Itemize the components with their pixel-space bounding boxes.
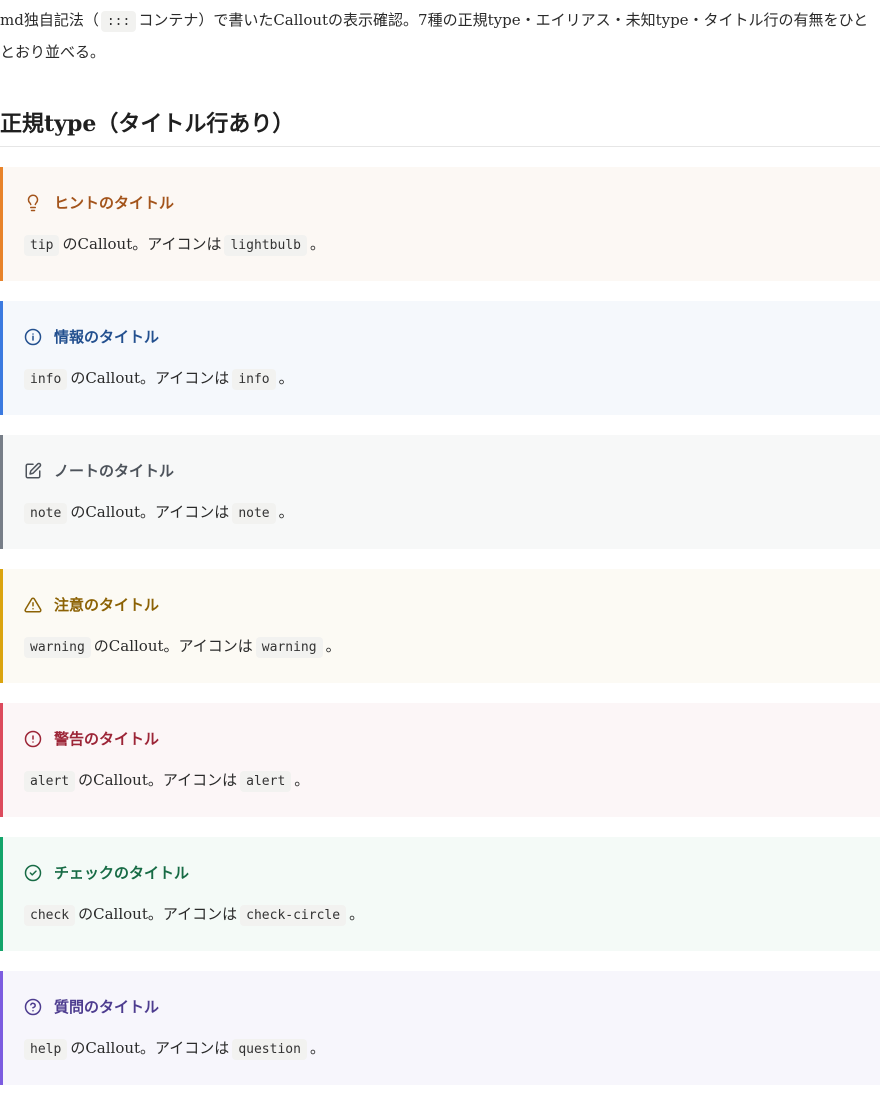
callout-title-text: 注意のタイトル [54, 596, 160, 614]
section-heading: 正規type（タイトル行あり） [0, 108, 880, 147]
callout-title-text: ノートのタイトル [54, 462, 175, 480]
callout-title: 質問のタイトル [24, 996, 159, 1018]
icon-code: question [232, 1039, 307, 1060]
callout-title-text: 質問のタイトル [54, 998, 160, 1016]
alert-icon [24, 730, 42, 748]
lightbulb-icon [24, 194, 42, 212]
body-text: のCallout。アイコンは [78, 905, 238, 923]
callout-body: note のCallout。アイコンは note。 [24, 501, 294, 525]
type-code: warning [24, 637, 91, 658]
question-icon [24, 998, 42, 1016]
callout-note: ノートのタイトル note のCallout。アイコンは note。 [0, 435, 880, 549]
body-text: のCallout。アイコンは [78, 771, 238, 789]
info-icon [24, 328, 42, 346]
warning-icon [24, 596, 42, 614]
callout-warning: 注意のタイトル warning のCallout。アイコンは warning。 [0, 569, 880, 683]
callout-body: tip のCallout。アイコンは lightbulb。 [24, 233, 325, 257]
callout-title: 警告のタイトル [24, 728, 159, 750]
callout-title-text: チェックのタイトル [54, 864, 190, 882]
check-circle-icon [24, 864, 42, 882]
callout-body: alert のCallout。アイコンは alert。 [24, 769, 309, 793]
body-end: 。 [309, 1039, 325, 1057]
body-text: のCallout。アイコンは [70, 1039, 230, 1057]
callout-title-text: 情報のタイトル [54, 328, 160, 346]
callout-alert: 警告のタイトル alert のCallout。アイコンは alert。 [0, 703, 880, 817]
type-code: note [24, 503, 68, 524]
callout-body: check のCallout。アイコンは check-circle。 [24, 903, 364, 927]
body-end: 。 [325, 637, 341, 655]
callout-title-text: 警告のタイトル [54, 730, 160, 748]
body-end: 。 [309, 235, 325, 253]
icon-code: alert [240, 771, 292, 792]
callout-tip: ヒントのタイトル tip のCallout。アイコンは lightbulb。 [0, 167, 880, 281]
body-text: のCallout。アイコンは [93, 637, 253, 655]
body-end: 。 [349, 905, 365, 923]
callout-check: チェックのタイトル check のCallout。アイコンは check-circl… [0, 837, 880, 951]
callout-title: ヒントのタイトル [24, 192, 174, 214]
icon-code: check-circle [240, 905, 347, 926]
callout-body: warning のCallout。アイコンは warning。 [24, 635, 341, 659]
intro-inline-code: ::: [100, 11, 137, 32]
body-text: のCallout。アイコンは [62, 235, 222, 253]
callout-help: 質問のタイトル help のCallout。アイコンは question。 [0, 971, 880, 1085]
callout-list: ヒントのタイトル tip のCallout。アイコンは lightbulb。 情報の… [0, 167, 880, 1085]
callout-body: info のCallout。アイコンは info。 [24, 367, 294, 391]
icon-code: note [232, 503, 276, 524]
note-icon [24, 462, 42, 480]
icon-code: lightbulb [224, 235, 307, 256]
icon-code: info [232, 369, 276, 390]
type-code: alert [24, 771, 76, 792]
callout-title: ノートのタイトル [24, 460, 174, 482]
callout-body: help のCallout。アイコンは question。 [24, 1037, 325, 1061]
body-end: 。 [278, 503, 294, 521]
type-code: tip [24, 235, 60, 256]
callout-info: 情報のタイトル info のCallout。アイコンは info。 [0, 301, 880, 415]
type-code: help [24, 1039, 68, 1060]
body-text: のCallout。アイコンは [70, 503, 230, 521]
callout-title-text: ヒントのタイトル [54, 194, 175, 212]
callout-title: 情報のタイトル [24, 326, 159, 348]
callout-title: チェックのタイトル [24, 862, 189, 884]
icon-code: warning [255, 637, 323, 658]
type-code: info [24, 369, 68, 390]
body-text: のCallout。アイコンは [70, 369, 230, 387]
intro-text-before: md独自記法（ [0, 11, 99, 29]
intro-paragraph: md独自記法（::: コンテナ）で書いたCalloutの表示確認。7種の正規typ… [0, 0, 880, 68]
body-end: 。 [294, 771, 310, 789]
callout-title: 注意のタイトル [24, 594, 159, 616]
body-end: 。 [278, 369, 294, 387]
type-code: check [24, 905, 76, 926]
